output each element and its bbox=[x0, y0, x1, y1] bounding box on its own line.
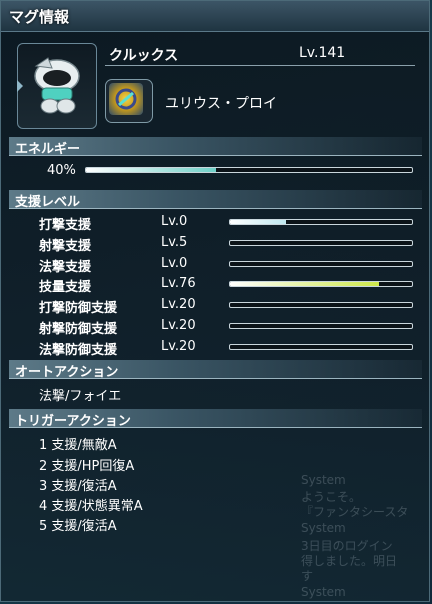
title-bar[interactable]: マグ情報 bbox=[1, 1, 429, 32]
bg-chat-line: System bbox=[301, 521, 346, 535]
mag-level: Lv.141 bbox=[299, 45, 346, 61]
photon-blast-icon[interactable] bbox=[105, 79, 153, 123]
support-bar bbox=[229, 323, 413, 329]
bg-chat-line: System bbox=[301, 585, 346, 599]
energy-bar-fill bbox=[86, 168, 217, 172]
energy-percent: 40% bbox=[47, 163, 76, 178]
energy-heading: エネルギー bbox=[15, 142, 81, 157]
support-label: 射撃防御支援 bbox=[39, 322, 118, 337]
mag-figure-icon bbox=[34, 57, 80, 114]
trigger-action-item: 2 支援/HP回復A bbox=[39, 459, 135, 474]
support-bar-fill bbox=[230, 220, 287, 224]
support-bar bbox=[229, 302, 413, 308]
support-level: Lv.5 bbox=[161, 235, 188, 250]
auto-action-heading: オートアクション bbox=[15, 365, 119, 380]
support-section-header: 支援レベル bbox=[9, 190, 422, 210]
auto-action-value: 法撃/フォイエ bbox=[39, 389, 122, 404]
support-label: 射撃支援 bbox=[39, 239, 92, 254]
trigger-action-item: 5 支援/復活A bbox=[39, 519, 117, 534]
support-bar bbox=[229, 281, 413, 287]
support-bar bbox=[229, 344, 413, 350]
support-level: Lv.20 bbox=[161, 297, 196, 312]
trigger-action-item: 1 支援/無敵A bbox=[39, 438, 117, 453]
divider bbox=[105, 65, 415, 66]
support-label: 法撃防御支援 bbox=[39, 343, 118, 358]
support-bar bbox=[229, 261, 413, 267]
support-level: Lv.20 bbox=[161, 339, 196, 354]
support-level: Lv.20 bbox=[161, 318, 196, 333]
support-label: 打撃防御支援 bbox=[39, 301, 118, 316]
support-heading: 支援レベル bbox=[15, 195, 81, 210]
trigger-action-section-header: トリガーアクション bbox=[9, 409, 422, 429]
trigger-action-item: 3 支援/復活A bbox=[39, 479, 117, 494]
portrait-arrow-icon[interactable] bbox=[17, 80, 23, 92]
support-bar bbox=[229, 219, 413, 225]
mag-info-window: System ようこそ。 『ファンタシースタ System 3日目のログイン 得… bbox=[0, 0, 430, 602]
support-label: 打撃支援 bbox=[39, 218, 92, 233]
mag-name: クルックス bbox=[109, 48, 179, 64]
bg-chat-line: System bbox=[301, 473, 346, 487]
support-bar-fill bbox=[230, 282, 380, 286]
support-label: 法撃支援 bbox=[39, 260, 92, 275]
auto-action-section-header: オートアクション bbox=[9, 360, 422, 380]
support-label: 技量支援 bbox=[39, 280, 92, 295]
support-level: Lv.0 bbox=[161, 256, 188, 271]
support-level: Lv.76 bbox=[161, 276, 196, 291]
bg-chat-line: 『ファンタシースタ bbox=[301, 505, 409, 519]
bg-chat-line: す bbox=[301, 569, 314, 583]
mag-portrait[interactable] bbox=[17, 43, 97, 129]
bg-chat-line: 得しました。明日 bbox=[301, 554, 398, 568]
support-bar bbox=[229, 240, 413, 246]
energy-bar bbox=[85, 167, 413, 173]
support-level: Lv.0 bbox=[161, 214, 188, 229]
trigger-action-item: 4 支援/状態異常A bbox=[39, 499, 143, 514]
photon-blast-name: ユリウス・プロイ bbox=[165, 96, 277, 112]
trigger-action-heading: トリガーアクション bbox=[15, 414, 131, 429]
window-title: マグ情報 bbox=[9, 8, 70, 26]
energy-section-header: エネルギー bbox=[9, 137, 422, 157]
photon-blast-emblem-icon bbox=[109, 83, 143, 115]
